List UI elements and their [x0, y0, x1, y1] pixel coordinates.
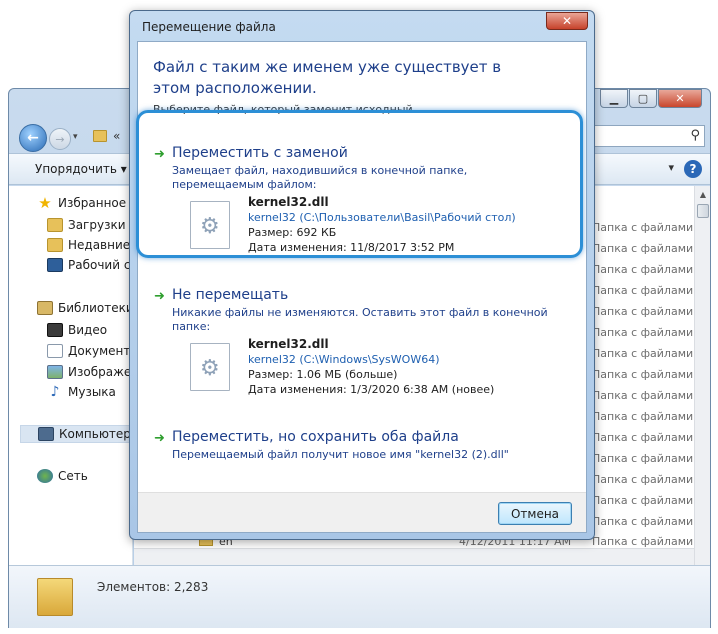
- option-description: Никакие файлы не изменяются. Оставить эт…: [172, 306, 548, 333]
- nav-images[interactable]: Изображения: [47, 363, 133, 381]
- option-title[interactable]: Переместить, но сохранить оба файла: [172, 429, 459, 445]
- documents-icon: [47, 344, 63, 358]
- nav-label: Недавние места: [68, 238, 133, 252]
- file-type: Папка с файлами: [592, 347, 694, 360]
- option-description: Перемещаемый файл получит новое имя "ker…: [172, 448, 509, 461]
- option-title[interactable]: Не перемещать: [172, 287, 288, 303]
- file-type: Папка с файлами: [592, 410, 694, 423]
- dialog-title: Перемещение файла: [142, 20, 276, 34]
- nav-libraries[interactable]: Библиотеки: [37, 299, 133, 317]
- nav-desktop[interactable]: Рабочий стол: [47, 256, 133, 274]
- downloads-folder-icon: [47, 218, 63, 232]
- nav-computer[interactable]: Компьютер: [20, 425, 133, 443]
- file-type: Папка с файлами: [592, 535, 694, 548]
- nav-label: Загрузки: [68, 218, 126, 232]
- dialog-heading: Файл с таким же именем уже существует в …: [153, 58, 502, 97]
- computer-icon: [38, 427, 54, 441]
- desktop-icon: [47, 258, 63, 272]
- file-path: kernel32 (C:\Windows\SysWOW64): [248, 353, 440, 366]
- move-file-dialog: Перемещение файла ✕ Файл с таким же имен…: [129, 10, 595, 540]
- nav-recent-places[interactable]: Недавние места: [47, 236, 133, 254]
- nav-label: Компьютер: [59, 427, 131, 441]
- video-icon: [47, 323, 63, 337]
- images-icon: [47, 365, 63, 379]
- green-arrow-icon: ➜: [154, 431, 165, 446]
- option-highlight-ring: [136, 110, 583, 258]
- window-controls: ▁ ▢ ✕: [599, 89, 702, 108]
- nav-favorites[interactable]: ★ Избранное: [37, 194, 133, 212]
- file-modified-date: Дата изменения: 1/3/2020 6:38 AM (новее): [248, 383, 495, 396]
- folder-large-icon: [37, 578, 73, 616]
- option-do-not-move[interactable]: ➜ Не перемещать Никакие файлы не изменяю…: [154, 287, 574, 397]
- file-type: Папка с файлами: [592, 431, 694, 444]
- close-window-button[interactable]: ✕: [658, 89, 702, 108]
- help-icon[interactable]: ?: [684, 160, 702, 178]
- horizontal-scrollbar[interactable]: [134, 548, 694, 565]
- details-pane: Элементов: 2,283: [9, 565, 710, 628]
- gear-icon: ⚙: [200, 356, 220, 381]
- dialog-footer: Отмена: [138, 492, 586, 532]
- nav-video[interactable]: Видео: [47, 321, 133, 339]
- maximize-button[interactable]: ▢: [629, 89, 657, 108]
- view-options-button[interactable]: ▾: [668, 161, 674, 174]
- option-keep-both[interactable]: ➜ Переместить, но сохранить оба файла Пе…: [154, 429, 574, 469]
- nav-label: Сеть: [58, 469, 88, 483]
- network-icon: [37, 469, 53, 483]
- navigation-pane: ★ Избранное Загрузки Недавние места Рабо…: [9, 186, 133, 565]
- nav-label: Музыка: [68, 385, 116, 399]
- nav-label: Библиотеки: [58, 301, 133, 315]
- search-icon[interactable]: ⚲: [690, 128, 700, 143]
- file-type: Папка с файлами: [592, 515, 694, 528]
- nav-label: Рабочий стол: [68, 258, 133, 272]
- recent-pages-dropdown-icon[interactable]: ▾: [73, 132, 78, 142]
- file-type: Папка с файлами: [592, 221, 694, 234]
- green-arrow-icon: ➜: [154, 289, 165, 304]
- back-arrow-icon[interactable]: ←: [19, 124, 47, 152]
- file-type: Папка с файлами: [592, 368, 694, 381]
- nav-label: Изображения: [68, 365, 133, 379]
- nav-label: Избранное: [58, 196, 127, 210]
- nav-music[interactable]: ♪ Музыка: [47, 383, 133, 401]
- search-input[interactable]: ⚲: [593, 125, 705, 147]
- file-type: Папка с файлами: [592, 326, 694, 339]
- breadcrumb-chevron-icon[interactable]: «: [113, 129, 120, 143]
- scrollbar-thumb[interactable]: [697, 204, 709, 218]
- nav-documents[interactable]: Документы: [47, 342, 133, 360]
- file-size: Размер: 1.06 МБ (больше): [248, 368, 398, 381]
- file-type: Папка с файлами: [592, 389, 694, 402]
- file-type: Папка с файлами: [592, 284, 694, 297]
- file-type: Папка с файлами: [592, 494, 694, 507]
- music-icon: ♪: [50, 384, 60, 400]
- file-type: Папка с файлами: [592, 473, 694, 486]
- file-type: Папка с файлами: [592, 452, 694, 465]
- nav-label: Видео: [68, 323, 108, 337]
- minimize-button[interactable]: ▁: [600, 89, 628, 108]
- organize-button[interactable]: Упорядочить ▾: [35, 162, 127, 176]
- star-icon: ★: [38, 194, 52, 212]
- nav-downloads[interactable]: Загрузки: [47, 216, 133, 234]
- libraries-icon: [37, 301, 53, 315]
- nav-label: Документы: [68, 344, 133, 358]
- file-type: Папка с файлами: [592, 242, 694, 255]
- vertical-scrollbar[interactable]: ▲: [694, 186, 710, 565]
- address-folder-icon: [93, 130, 107, 142]
- nav-network[interactable]: Сеть: [37, 467, 133, 485]
- item-count: Элементов: 2,283: [97, 580, 209, 594]
- recent-places-icon: [47, 238, 63, 252]
- dialog-close-button[interactable]: ✕: [546, 12, 588, 30]
- file-type: Папка с файлами: [592, 305, 694, 318]
- dll-file-icon: ⚙: [190, 343, 230, 391]
- scroll-up-arrow-icon[interactable]: ▲: [695, 186, 711, 202]
- file-name: kernel32.dll: [248, 337, 329, 351]
- forward-arrow-icon[interactable]: →: [49, 128, 71, 150]
- file-type: Папка с файлами: [592, 263, 694, 276]
- cancel-button[interactable]: Отмена: [498, 502, 572, 525]
